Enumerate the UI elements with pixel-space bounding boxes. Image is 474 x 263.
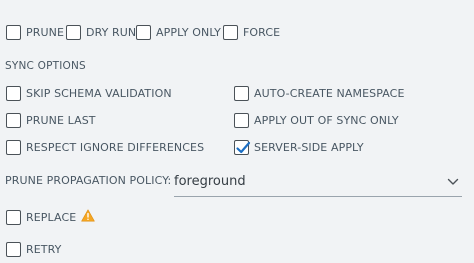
prune-propagation-policy-label: PRUNE PROPAGATION POLICY: [5, 174, 172, 187]
prune-label: PRUNE [26, 26, 65, 39]
skip-schema-validation-box[interactable] [6, 86, 21, 101]
retry-box[interactable] [6, 242, 21, 257]
prune-last-checkbox[interactable]: PRUNE LAST [6, 113, 96, 128]
prune-last-box[interactable] [6, 113, 21, 128]
replace-checkbox[interactable]: REPLACE [6, 208, 95, 227]
sync-options-title: SYNC OPTIONS [5, 60, 86, 72]
dry-run-label: DRY RUN [86, 26, 137, 39]
prune-last-label: PRUNE LAST [26, 114, 96, 127]
force-checkbox[interactable]: FORCE [223, 25, 280, 40]
server-side-apply-checkbox[interactable]: SERVER-SIDE APPLY [234, 140, 364, 155]
apply-only-checkbox[interactable]: APPLY ONLY [136, 25, 221, 40]
retry-label: RETRY [26, 243, 62, 256]
prune-checkbox[interactable]: PRUNE [6, 25, 64, 40]
replace-box[interactable] [6, 210, 21, 225]
apply-out-of-sync-only-box[interactable] [234, 113, 249, 128]
retry-checkbox[interactable]: RETRY [6, 242, 61, 257]
prune-propagation-policy-select[interactable]: foreground [174, 170, 462, 197]
dry-run-checkbox-box[interactable] [66, 25, 81, 40]
apply-out-of-sync-only-label: APPLY OUT OF SYNC ONLY [254, 114, 399, 127]
apply-out-of-sync-only-checkbox[interactable]: APPLY OUT OF SYNC ONLY [234, 113, 399, 128]
respect-ignore-differences-box[interactable] [6, 140, 21, 155]
warning-triangle-icon [81, 207, 95, 226]
apply-only-checkbox-box[interactable] [136, 25, 151, 40]
dry-run-checkbox[interactable]: DRY RUN [66, 25, 136, 40]
force-checkbox-box[interactable] [223, 25, 238, 40]
apply-only-label: APPLY ONLY [156, 26, 221, 39]
force-label: FORCE [243, 26, 281, 39]
chevron-down-icon[interactable] [446, 175, 460, 189]
respect-ignore-differences-checkbox[interactable]: RESPECT IGNORE DIFFERENCES [6, 140, 204, 155]
skip-schema-validation-label: SKIP SCHEMA VALIDATION [26, 87, 172, 100]
server-side-apply-label: SERVER-SIDE APPLY [254, 141, 364, 154]
replace-label: REPLACE [26, 211, 77, 224]
auto-create-namespace-checkbox[interactable]: AUTO-CREATE NAMESPACE [234, 86, 405, 101]
skip-schema-validation-checkbox[interactable]: SKIP SCHEMA VALIDATION [6, 86, 172, 101]
checkmark-icon [236, 141, 251, 154]
prune-propagation-policy-value: foreground [174, 174, 246, 189]
server-side-apply-box[interactable] [234, 140, 251, 155]
respect-ignore-differences-label: RESPECT IGNORE DIFFERENCES [26, 141, 205, 154]
prune-checkbox-box[interactable] [6, 25, 21, 40]
auto-create-namespace-box[interactable] [234, 86, 249, 101]
auto-create-namespace-label: AUTO-CREATE NAMESPACE [254, 87, 405, 100]
